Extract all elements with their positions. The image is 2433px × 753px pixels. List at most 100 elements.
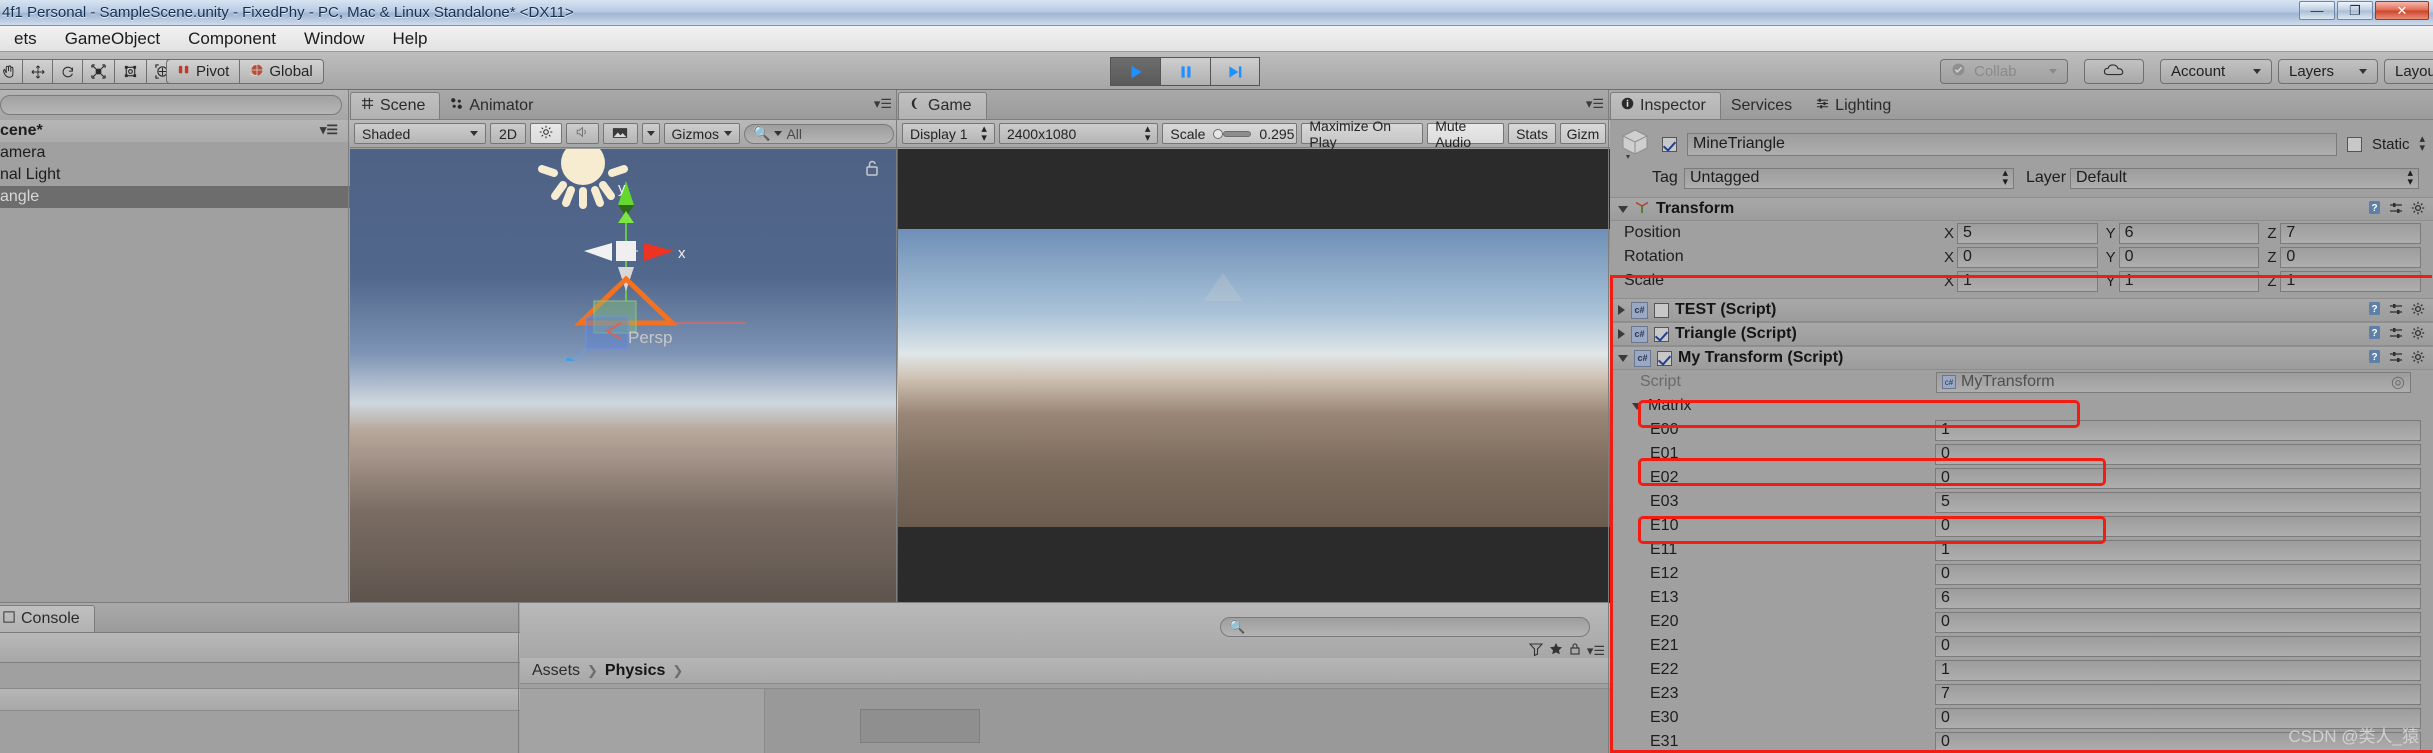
collapse-triangle-icon[interactable] xyxy=(1632,402,1642,410)
my-transform-enabled-checkbox[interactable] xyxy=(1657,350,1672,366)
matrix-input-e23[interactable]: 7 xyxy=(1935,683,2421,705)
collapse-triangle-icon[interactable] xyxy=(1618,354,1628,362)
project-folder-tree[interactable] xyxy=(520,689,765,753)
scene-lighting-toggle[interactable] xyxy=(530,123,562,144)
rotation-z-input[interactable]: 0 xyxy=(2280,246,2422,268)
component-header-transform[interactable]: Transform ? xyxy=(1610,197,2433,221)
rotation-y-input[interactable]: 0 xyxy=(2118,246,2260,268)
matrix-input-e22[interactable]: 1 xyxy=(1935,659,2421,681)
menu-item-help[interactable]: Help xyxy=(378,26,441,52)
rotate-tool-button[interactable] xyxy=(52,59,82,84)
stats-toggle[interactable]: Stats xyxy=(1508,123,1556,144)
test-script-enabled-checkbox[interactable] xyxy=(1654,302,1669,318)
object-picker-icon[interactable]: ◎ xyxy=(2391,372,2405,392)
tab-lighting[interactable]: Lighting xyxy=(1806,92,1905,119)
collapse-triangle-icon[interactable] xyxy=(1618,205,1628,213)
move-tool-button[interactable] xyxy=(22,59,52,84)
hierarchy-search-input[interactable] xyxy=(0,95,342,115)
gear-icon[interactable] xyxy=(2411,350,2425,367)
hierarchy-scene-menu-icon[interactable]: ▾☰ xyxy=(320,122,338,138)
menu-item-gameobject[interactable]: GameObject xyxy=(51,26,174,52)
matrix-input-e13[interactable]: 6 xyxy=(1935,587,2421,609)
scale-tool-button[interactable] xyxy=(82,59,114,84)
play-button[interactable] xyxy=(1110,57,1160,86)
layout-button[interactable]: Layout xyxy=(2384,59,2433,84)
scale-slider[interactable]: Scale 0.295 xyxy=(1162,123,1298,144)
project-search-input[interactable]: 🔍 xyxy=(1220,617,1590,637)
menu-item-window[interactable]: Window xyxy=(290,26,378,52)
menu-item-assets[interactable]: ets xyxy=(0,26,51,52)
component-header-my-transform-script[interactable]: c# My Transform (Script) ? xyxy=(1610,346,2433,370)
gear-icon[interactable] xyxy=(2411,326,2425,343)
global-toggle[interactable]: Global xyxy=(239,59,324,84)
scene-search-input[interactable]: 🔍 All xyxy=(744,123,894,144)
scene-fx-dropdown[interactable] xyxy=(641,123,660,144)
restore-button[interactable]: ❐ xyxy=(2337,1,2373,20)
asset-item[interactable] xyxy=(860,709,980,743)
matrix-input-e01[interactable]: 0 xyxy=(1935,443,2421,465)
breadcrumb-assets[interactable]: Assets xyxy=(532,662,580,680)
divider-console-project[interactable] xyxy=(518,603,519,753)
matrix-input-e12[interactable]: 0 xyxy=(1935,563,2421,585)
account-button[interactable]: Account xyxy=(2160,59,2272,84)
gear-icon[interactable] xyxy=(2411,302,2425,319)
hierarchy-item-mine-triangle[interactable]: angle xyxy=(0,186,350,208)
matrix-input-e03[interactable]: 5 xyxy=(1935,491,2421,513)
scale-x-input[interactable]: 1 xyxy=(1957,270,2098,292)
scene-panel-menu-icon[interactable]: ▾☰ xyxy=(874,96,892,112)
preset-icon[interactable] xyxy=(2389,326,2403,343)
rect-tool-button[interactable] xyxy=(114,59,146,84)
hierarchy-item-directional-light[interactable]: nal Light xyxy=(0,164,350,186)
divider-scene-game[interactable] xyxy=(896,90,897,603)
help-icon[interactable]: ? xyxy=(2368,301,2381,319)
preset-icon[interactable] xyxy=(2389,302,2403,319)
project-panel-menu-icon[interactable]: ▾☰ xyxy=(1587,643,1605,659)
rotation-x-input[interactable]: 0 xyxy=(1957,246,2098,268)
tab-animator[interactable]: Animator xyxy=(440,92,547,119)
matrix-input-e11[interactable]: 1 xyxy=(1935,539,2421,561)
hierarchy-item-main-camera[interactable]: amera xyxy=(0,142,350,164)
star-icon[interactable] xyxy=(1549,641,1563,661)
divider-top-bottom[interactable] xyxy=(0,602,1608,603)
matrix-input-e00[interactable]: 1 xyxy=(1935,419,2421,441)
maximize-on-play-toggle[interactable]: Maximize On Play xyxy=(1301,118,1424,150)
close-button[interactable]: ✕ xyxy=(2375,1,2429,20)
object-name-input[interactable]: MineTriangle xyxy=(1687,132,2337,156)
matrix-foldout[interactable]: Matrix xyxy=(1610,394,2433,418)
static-dropdown-icon[interactable]: ▴ ▾ xyxy=(2419,134,2425,154)
lock-icon[interactable] xyxy=(1569,641,1581,661)
triangle-script-enabled-checkbox[interactable] xyxy=(1654,326,1669,342)
menu-item-component[interactable]: Component xyxy=(174,26,290,52)
scene-audio-toggle[interactable] xyxy=(565,123,599,144)
layers-button[interactable]: Layers xyxy=(2278,59,2378,84)
lock-icon[interactable] xyxy=(864,159,880,182)
pivot-toggle[interactable]: Pivot xyxy=(166,59,240,84)
display-dropdown[interactable]: Display 1 ▴ ▾ xyxy=(902,123,995,144)
matrix-input-e10[interactable]: 0 xyxy=(1935,515,2421,537)
step-button[interactable] xyxy=(1210,57,1260,86)
help-icon[interactable]: ? xyxy=(2368,325,2381,343)
divider-hierarchy-scene[interactable] xyxy=(348,90,349,603)
scene-fx-toggle[interactable] xyxy=(602,123,638,144)
minimize-button[interactable]: — xyxy=(2299,1,2335,20)
preset-icon[interactable] xyxy=(2389,350,2403,367)
hand-tool-button[interactable] xyxy=(0,59,22,84)
preset-icon[interactable] xyxy=(2389,201,2403,218)
layer-dropdown[interactable]: Default ▴ ▾ xyxy=(2070,167,2419,189)
tab-services[interactable]: Services xyxy=(1721,92,1806,119)
filter-icon[interactable] xyxy=(1528,641,1544,661)
hierarchy-item-scene[interactable]: cene* ▾☰ xyxy=(0,120,350,142)
pause-button[interactable] xyxy=(1160,57,1210,86)
scale-y-input[interactable]: 1 xyxy=(2118,270,2260,292)
matrix-input-e21[interactable]: 0 xyxy=(1935,635,2421,657)
help-icon[interactable]: ? xyxy=(2368,349,2381,367)
component-header-test-script[interactable]: c# TEST (Script) ? xyxy=(1610,298,2433,322)
game-viewport[interactable] xyxy=(898,149,1610,603)
breadcrumb-physics[interactable]: Physics xyxy=(605,662,665,680)
tab-inspector[interactable]: Inspector xyxy=(1610,92,1721,119)
scale-z-input[interactable]: 1 xyxy=(2280,270,2422,292)
scale-slider-handle[interactable] xyxy=(1213,128,1252,139)
gear-icon[interactable] xyxy=(2411,201,2425,218)
component-header-triangle-script[interactable]: c# Triangle (Script) ? xyxy=(1610,322,2433,346)
matrix-input-e20[interactable]: 0 xyxy=(1935,611,2421,633)
